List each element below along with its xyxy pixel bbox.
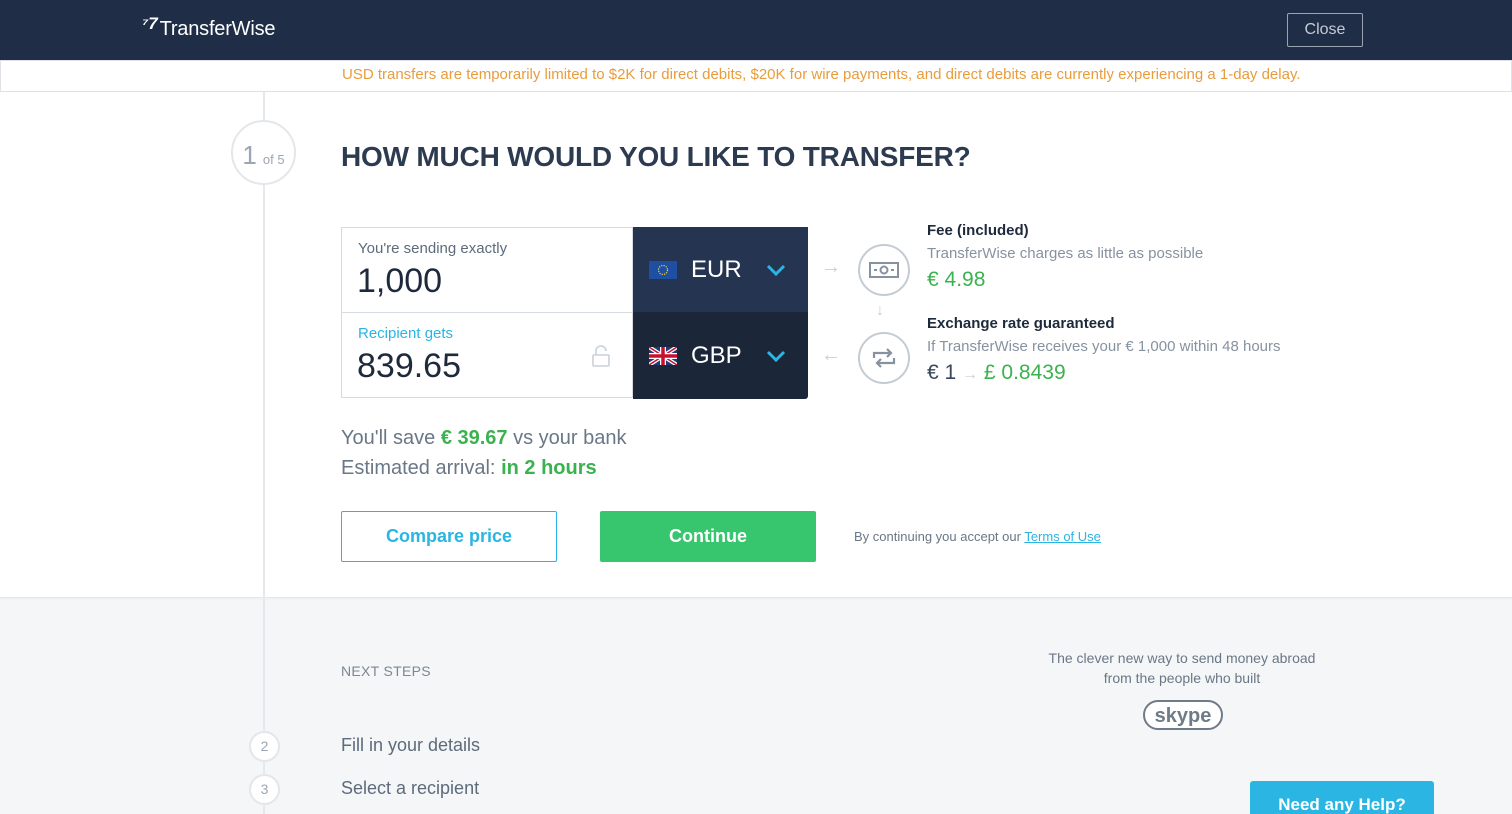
savings-suffix: vs your bank — [507, 427, 627, 449]
terms-note: By continuing you accept our Terms of Us… — [854, 529, 1101, 544]
send-amount-label: You're sending exactly — [358, 240, 508, 257]
send-currency-select[interactable]: EUR — [633, 227, 808, 313]
next-steps-heading: NEXT STEPS — [341, 663, 431, 679]
chevron-down-icon — [766, 350, 786, 362]
arrow-left-icon: ← — [821, 344, 841, 366]
rate-arrow-icon: → — [962, 366, 979, 383]
top-navbar: ⁷7 TransferWise Close — [0, 0, 1512, 60]
eu-flag-icon — [649, 261, 677, 279]
need-help-button[interactable]: Need any Help? — [1250, 781, 1434, 814]
continue-button[interactable]: Continue — [600, 511, 816, 562]
fee-title: Fee (included) — [927, 222, 1029, 239]
promo-line-1: The clever new way to send money abroad — [1048, 650, 1316, 666]
rate-to: £ 0.8439 — [983, 361, 1066, 384]
send-amount-input[interactable] — [357, 262, 577, 301]
rate-icon-circle — [858, 332, 910, 384]
rate-title: Exchange rate guaranteed — [927, 315, 1115, 332]
arrival-line: Estimated arrival: in 2 hours — [341, 457, 597, 480]
step-total: of 5 — [262, 152, 285, 167]
terms-prefix: By continuing you accept our — [854, 529, 1025, 544]
rate-subtitle: If TransferWise receives your € 1,000 wi… — [927, 338, 1281, 355]
close-button[interactable]: Close — [1287, 13, 1363, 47]
logo-text: TransferWise — [159, 18, 276, 40]
savings-prefix: You'll save — [341, 427, 441, 449]
savings-amount: € 39.67 — [440, 427, 508, 449]
page-title: HOW MUCH WOULD YOU LIKE TO TRANSFER? — [341, 141, 971, 172]
recipient-amount-label: Recipient gets — [358, 325, 454, 342]
fee-subtitle: TransferWise charges as little as possib… — [927, 245, 1204, 262]
rate-value: € 1 → £ 0.8439 — [927, 361, 1066, 385]
compare-price-button[interactable]: Compare price — [341, 511, 557, 562]
unlock-icon[interactable] — [592, 345, 610, 367]
recipient-currency-code: GBP — [691, 341, 742, 369]
recipient-amount-field[interactable]: Recipient gets — [341, 312, 633, 398]
arrow-down-icon: ↓ — [876, 302, 884, 319]
chevron-down-icon — [766, 264, 786, 277]
promo-line-2: from the people who built — [1103, 670, 1261, 686]
step-indicator: 1 of 5 — [231, 120, 296, 185]
fee-icon-circle — [858, 244, 910, 296]
recipient-amount-input[interactable] — [357, 347, 577, 386]
send-amount-field[interactable]: You're sending exactly — [341, 227, 633, 313]
notice-banner: USD transfers are temporarily limited to… — [0, 60, 1512, 92]
progress-line — [263, 92, 265, 814]
skype-logo: skype — [1143, 700, 1223, 730]
svg-text:skype: skype — [1155, 705, 1212, 727]
rate-from: € 1 — [927, 361, 957, 384]
transferwise-logo[interactable]: ⁷7 TransferWise — [142, 14, 276, 42]
promo-tagline: The clever new way to send money abroad … — [1032, 648, 1332, 688]
exchange-icon — [872, 348, 896, 368]
arrow-right-icon: → — [821, 256, 841, 278]
step-3-label: Select a recipient — [341, 778, 480, 798]
step-2-label: Fill in your details — [341, 735, 481, 755]
fee-value: € 4.98 — [927, 268, 986, 291]
savings-line: You'll save € 39.67 vs your bank — [341, 427, 627, 450]
recipient-currency-select[interactable]: GBP — [633, 312, 808, 399]
step-2-indicator: 2 — [249, 731, 280, 762]
arrival-value: in 2 hours — [501, 457, 597, 479]
uk-flag-icon — [649, 346, 677, 365]
step-3-indicator: 3 — [249, 774, 280, 805]
notice-text: USD transfers are temporarily limited to… — [342, 66, 1301, 83]
logo-mark-icon: ⁷7 — [142, 14, 158, 33]
send-currency-code: EUR — [691, 256, 742, 283]
arrival-prefix: Estimated arrival: — [341, 457, 502, 479]
terms-of-use-link[interactable]: Terms of Use — [1024, 529, 1101, 544]
banknote-icon — [869, 262, 899, 278]
step-number: 1 — [242, 140, 257, 170]
currency-calculator: You're sending exactly EUR Recipient get… — [341, 227, 808, 399]
